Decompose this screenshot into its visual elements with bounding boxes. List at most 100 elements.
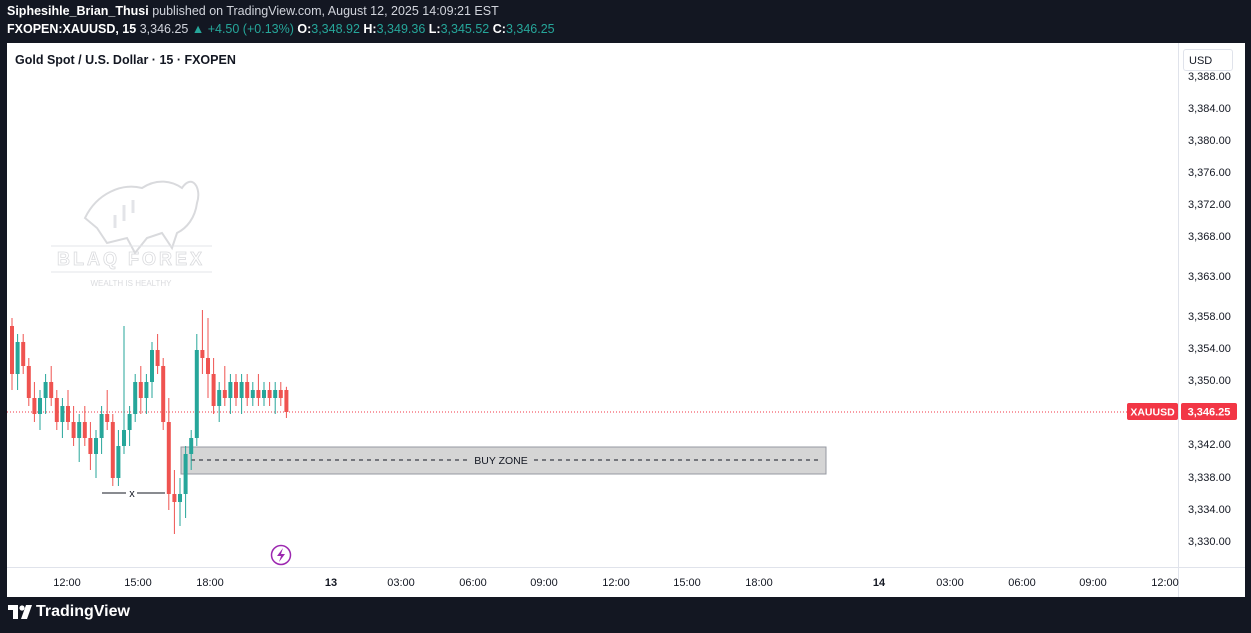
x-marker-label: x [129, 488, 135, 500]
candle-body [82, 422, 87, 438]
candle-body [32, 398, 37, 414]
price-axis-label: 3,342.00 [1188, 439, 1231, 451]
candle-body [262, 390, 266, 398]
time-axis-label: 15:00 [673, 577, 701, 589]
price-change: +4.50 (+0.13%) [207, 22, 294, 36]
candle-body [110, 422, 115, 478]
watermark-tagline: WEALTH IS HEALTHY [90, 279, 172, 288]
candle-body [15, 342, 20, 374]
candle-body [49, 382, 54, 398]
candlestick-series [10, 310, 289, 534]
time-axis-label: 03:00 [936, 577, 964, 589]
candle-body [178, 494, 182, 502]
chart-canvas[interactable]: BLAQ FOREX WEALTH IS HEALTHY BUY ZONE x … [7, 43, 1245, 597]
symbol-price-tag: XAUUSD 3,346.25 [1127, 403, 1237, 420]
author-name[interactable]: Siphesihle_Brian_Thusi [7, 4, 149, 18]
time-axis-label: 09:00 [530, 577, 558, 589]
high-value: 3,349.36 [376, 22, 426, 36]
publication-info: Siphesihle_Brian_Thusi published on Trad… [7, 4, 499, 18]
candle-body [10, 326, 14, 374]
candle-body [200, 350, 205, 358]
candle-body [127, 414, 132, 430]
up-arrow-icon: ▲ [191, 22, 205, 36]
time-axis-label: 03:00 [387, 577, 415, 589]
candle-body [71, 422, 76, 438]
candle-body [222, 390, 227, 398]
candle-body [183, 454, 188, 494]
candle-body [161, 366, 166, 422]
price-axis-label: 3,388.00 [1188, 71, 1231, 83]
ohlc-legend: FXOPEN:XAUUSD, 15 3,346.25 ▲ +4.50 (+0.1… [7, 22, 555, 36]
open-label: O: [297, 22, 312, 36]
time-axis-label: 14 [873, 577, 886, 589]
candle-body [172, 494, 177, 502]
time-axis-label: 12:00 [53, 577, 81, 589]
candle-body [150, 350, 154, 382]
candle-body [194, 350, 199, 438]
time-axis-label: 18:00 [196, 577, 224, 589]
price-axis-label: 3,354.00 [1188, 343, 1231, 355]
candle-body [21, 342, 26, 366]
candle-body [116, 446, 121, 478]
price-axis-label: 3,334.00 [1188, 504, 1231, 516]
candle-body [273, 390, 278, 398]
price-axis-label: 3,384.00 [1188, 103, 1231, 115]
candle-body [105, 414, 110, 422]
last-price: 3,346.25 [139, 22, 189, 36]
tradingview-logo-icon [8, 605, 32, 619]
candle-body [133, 382, 138, 414]
price-axis-label: 3,380.00 [1188, 135, 1231, 147]
candle-body [60, 406, 65, 422]
time-axis-label: 06:00 [1008, 577, 1036, 589]
tradingview-logo[interactable]: TradingView [8, 603, 130, 621]
candle-body [38, 398, 42, 414]
candle-body [211, 374, 216, 406]
chart-title: Gold Spot / U.S. Dollar · 15 · FXOPEN [15, 53, 236, 67]
time-axis-label: 13 [325, 577, 337, 589]
brand-name: TradingView [36, 603, 130, 620]
price-axis-label: 3,350.00 [1188, 375, 1231, 387]
price-axis[interactable]: 3,388.00 3,384.00 3,380.00 3,376.00 3,372.00… [1188, 71, 1231, 548]
price-axis-label: 3,330.00 [1188, 536, 1231, 548]
candle-body [88, 438, 93, 454]
watermark-logo: BLAQ FOREX WEALTH IS HEALTHY [51, 180, 212, 288]
price-axis-label: 3,363.00 [1188, 271, 1231, 283]
chart-panel[interactable]: BLAQ FOREX WEALTH IS HEALTHY BUY ZONE x … [7, 43, 1245, 597]
candle-body [155, 350, 160, 366]
candle-body [234, 382, 238, 398]
candle-body [267, 390, 272, 398]
time-axis-label: 09:00 [1079, 577, 1107, 589]
buy-zone-label: BUY ZONE [474, 455, 527, 467]
high-label: H: [363, 22, 377, 36]
price-axis-label: 3,376.00 [1188, 167, 1231, 179]
price-axis-label: 3,358.00 [1188, 311, 1231, 323]
open-value: 3,348.92 [311, 22, 360, 36]
time-axis-label: 12:00 [602, 577, 630, 589]
candle-body [138, 382, 143, 398]
candle-body [284, 390, 289, 412]
time-axis-label: 12:00 [1151, 577, 1179, 589]
time-axis-label: 15:00 [124, 577, 152, 589]
candle-body [217, 390, 222, 406]
time-axis[interactable]: 12:00 15:00 18:00 13 03:00 06:00 09:00 12:00 15:… [53, 577, 1179, 589]
candle-body [228, 382, 233, 398]
candle-body [99, 414, 104, 438]
candle-body [54, 398, 59, 422]
close-value: 3,346.25 [505, 22, 555, 36]
currency-selector[interactable]: USD [1183, 49, 1233, 71]
candle-body [26, 366, 31, 398]
price-axis-label: 3,368.00 [1188, 231, 1231, 243]
candle-body [144, 382, 149, 398]
candle-body [278, 390, 283, 398]
symbol-label: FXOPEN:XAUUSD, 15 [7, 22, 137, 36]
candle-body [43, 382, 48, 398]
lightning-bolt-icon[interactable] [270, 544, 292, 566]
candle-body [77, 422, 82, 438]
close-label: C: [492, 22, 506, 36]
price-tag-value: 3,346.25 [1188, 407, 1231, 419]
candle-body [94, 438, 98, 454]
time-axis-label: 06:00 [459, 577, 487, 589]
candle-body [256, 390, 261, 398]
candle-body [245, 382, 250, 398]
candle-body [66, 406, 70, 422]
